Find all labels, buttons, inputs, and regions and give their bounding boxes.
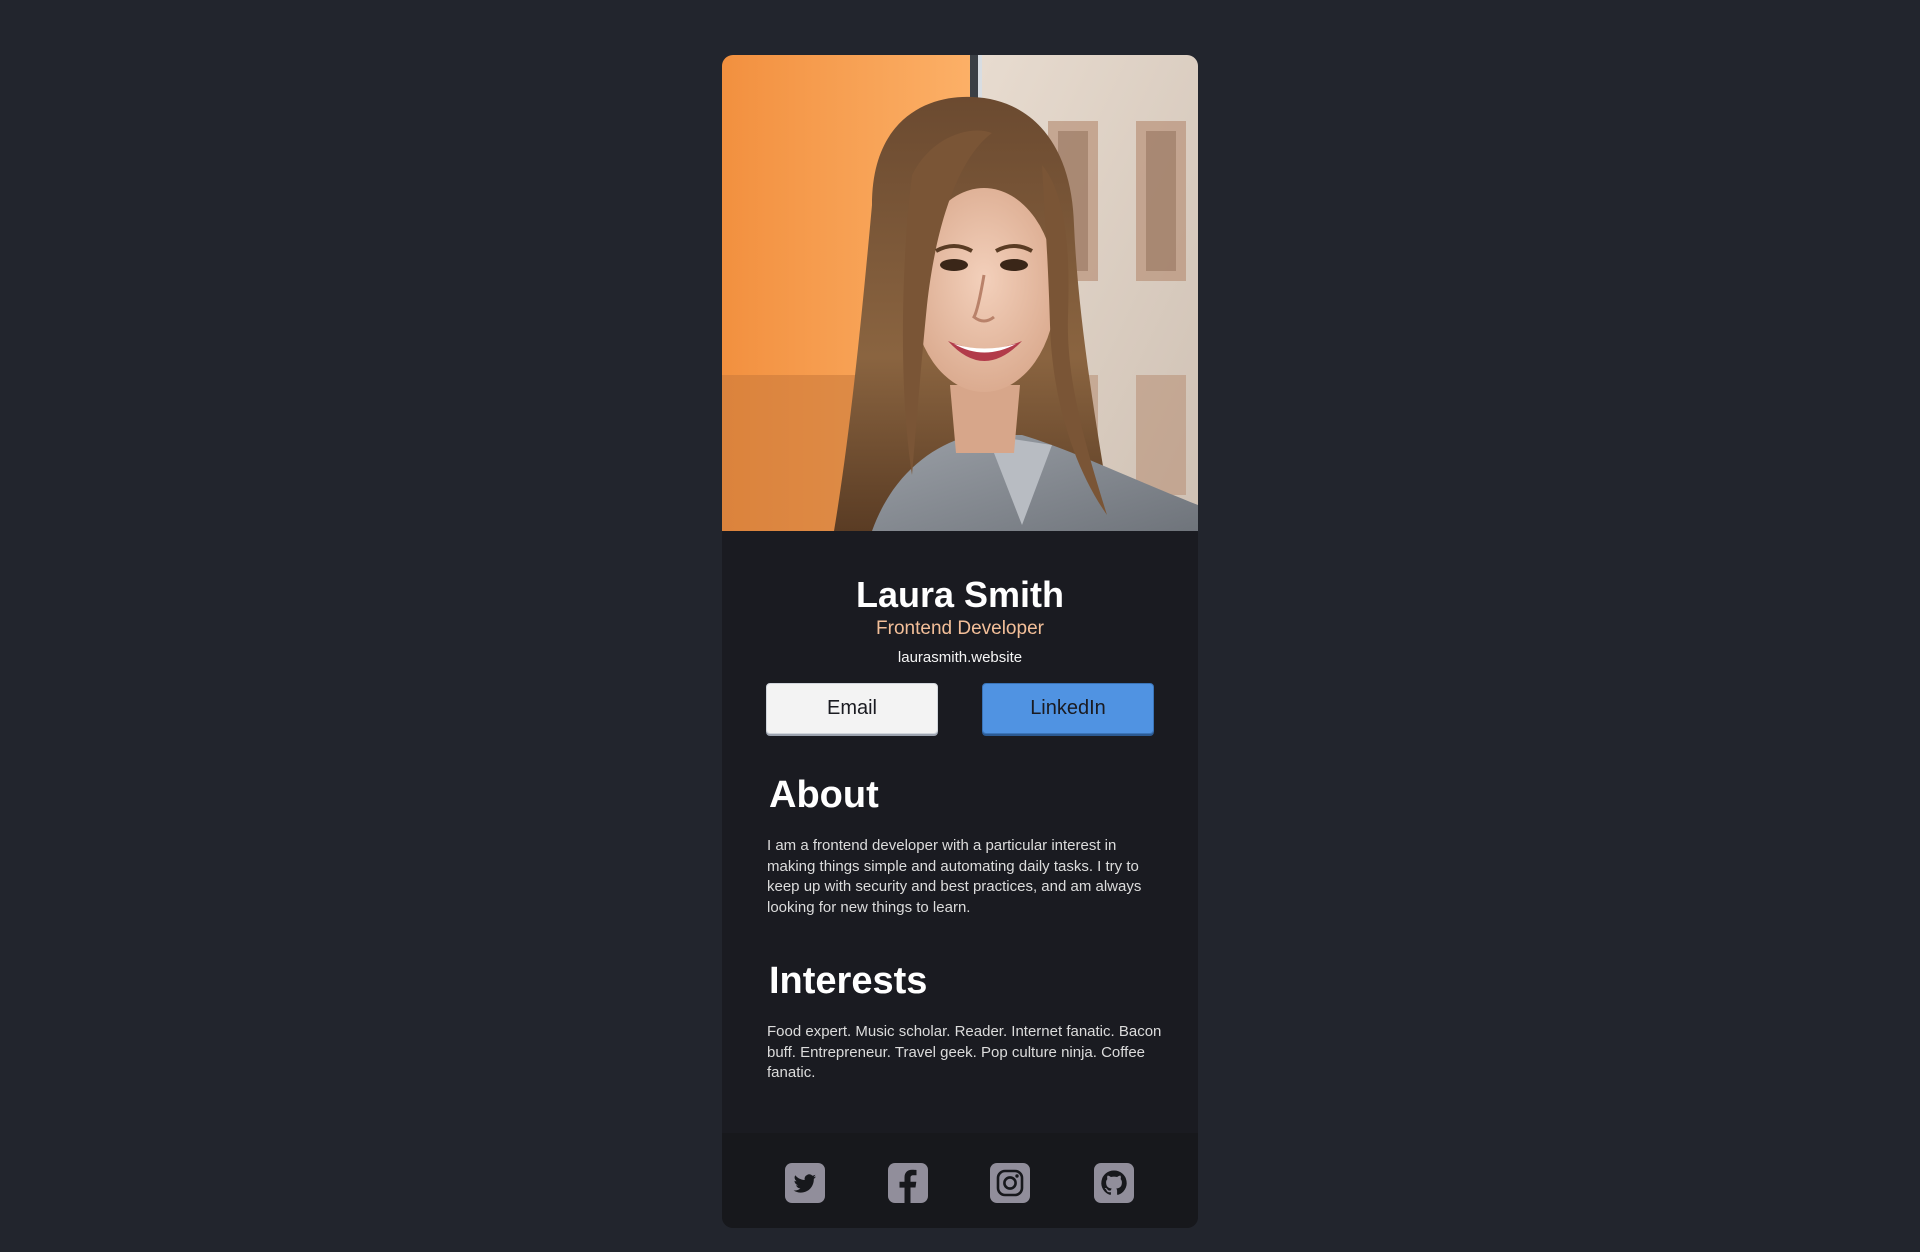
github-icon[interactable] [1094, 1163, 1134, 1203]
profile-card: Laura Smith Frontend Developer laurasmit… [722, 55, 1198, 1228]
facebook-icon[interactable] [888, 1163, 928, 1203]
email-button[interactable]: Email [766, 683, 938, 734]
profile-photo [722, 55, 1198, 531]
interests-text: Food expert. Music scholar. Reader. Inte… [767, 1023, 1162, 1081]
instagram-icon[interactable] [990, 1163, 1030, 1203]
profile-title: Frontend Developer [876, 618, 1044, 639]
interests-heading: Interests [769, 960, 928, 1002]
about-text: I am a frontend developer with a particu… [767, 837, 1142, 916]
linkedin-button-label: LinkedIn [1030, 697, 1106, 719]
profile-name: Laura Smith [855, 574, 1065, 615]
social-footer [722, 1133, 1198, 1228]
twitter-icon[interactable] [785, 1163, 825, 1203]
about-heading: About [769, 774, 879, 816]
linkedin-button[interactable]: LinkedIn [982, 683, 1154, 734]
email-button-label: Email [826, 697, 877, 719]
profile-website-link[interactable]: laurasmith.website [722, 648, 1198, 668]
